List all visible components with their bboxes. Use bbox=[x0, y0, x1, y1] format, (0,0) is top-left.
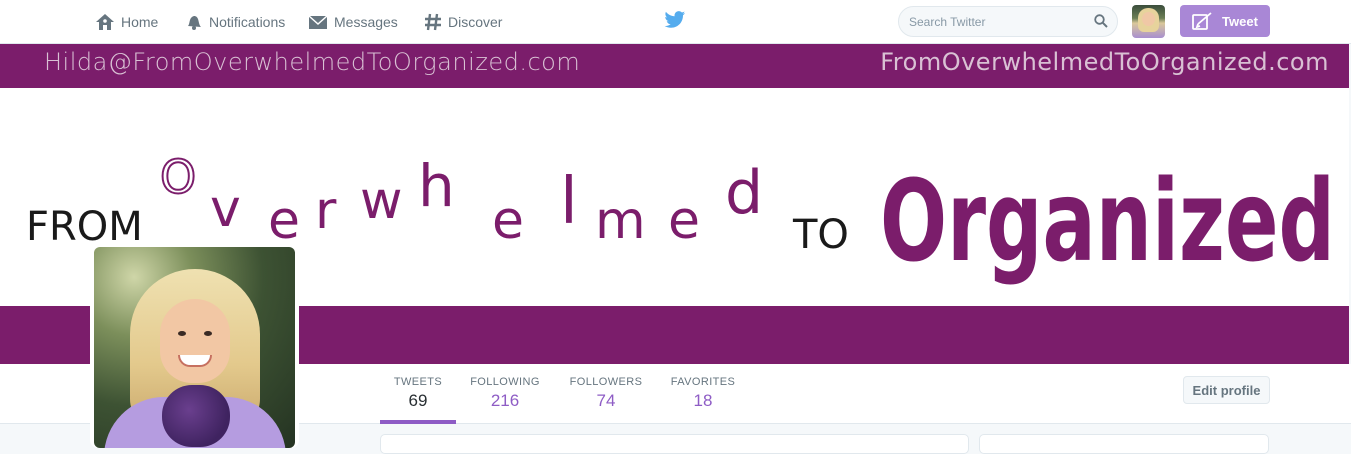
logo-letter: m bbox=[595, 191, 646, 251]
stat-favorites[interactable]: FAVORITES 18 bbox=[667, 376, 739, 411]
nav-discover-label: Discover bbox=[448, 14, 503, 30]
profile-photo[interactable] bbox=[90, 243, 299, 448]
banner-top-band: Hilda@FromOverwhelmedToOrganized.com Fro… bbox=[0, 44, 1349, 88]
stat-label: TWEETS bbox=[393, 376, 443, 388]
nav-notifications-label: Notifications bbox=[209, 14, 286, 30]
nav-messages[interactable]: Messages bbox=[308, 0, 398, 44]
stat-followers[interactable]: FOLLOWERS 74 bbox=[566, 376, 646, 411]
nav-discover[interactable]: Discover bbox=[424, 0, 502, 44]
nav-home-label: Home bbox=[121, 14, 159, 30]
sidebar-card bbox=[979, 434, 1269, 454]
stat-tweets[interactable]: TWEETS 69 bbox=[388, 376, 448, 411]
edit-profile-button[interactable]: Edit profile bbox=[1183, 376, 1270, 404]
logo-letter: e bbox=[268, 191, 300, 251]
logo-letter: d bbox=[725, 158, 763, 228]
nav-home[interactable]: Home bbox=[95, 0, 158, 44]
stat-value: 18 bbox=[693, 391, 713, 410]
logo-letter: w bbox=[360, 171, 403, 231]
compose-icon bbox=[1192, 12, 1212, 30]
search-icon[interactable] bbox=[1094, 14, 1108, 28]
stat-label: FOLLOWERS bbox=[569, 376, 643, 388]
user-avatar[interactable] bbox=[1132, 5, 1165, 38]
stat-label: FAVORITES bbox=[670, 376, 736, 388]
stat-value: 216 bbox=[490, 391, 520, 410]
timeline-card bbox=[380, 434, 969, 454]
logo-letter: l bbox=[560, 165, 578, 239]
logo-letter: e bbox=[492, 191, 524, 251]
logo-letter: v bbox=[210, 179, 241, 239]
logo-to: TO bbox=[792, 212, 849, 258]
banner-email: Hilda@FromOverwhelmedToOrganized.com bbox=[44, 48, 581, 76]
active-tab-indicator bbox=[380, 420, 456, 424]
bell-icon bbox=[188, 15, 201, 30]
logo-organized: Organized bbox=[880, 157, 1335, 287]
nav-notifications[interactable]: Notifications bbox=[185, 0, 285, 44]
envelope-icon bbox=[308, 15, 328, 29]
hashtag-icon bbox=[425, 13, 441, 31]
logo-letter: r bbox=[315, 181, 337, 241]
nav-messages-label: Messages bbox=[334, 14, 398, 30]
stat-following[interactable]: FOLLOWING 216 bbox=[468, 376, 542, 411]
compose-tweet-label: Tweet bbox=[1222, 13, 1258, 29]
search-box bbox=[898, 6, 1118, 37]
stat-label: FOLLOWING bbox=[470, 376, 540, 388]
logo-letter: h bbox=[418, 152, 455, 220]
top-navigation-bar: Home Notifications Messages Discover Twe… bbox=[0, 0, 1351, 44]
banner-domain: FromOverwhelmedToOrganized.com bbox=[880, 48, 1329, 76]
home-icon bbox=[96, 14, 114, 30]
search-input[interactable] bbox=[909, 13, 1089, 31]
logo-letter: e bbox=[668, 191, 700, 251]
stat-value: 74 bbox=[596, 391, 616, 410]
logo-letter: O bbox=[160, 150, 196, 204]
stat-value: 69 bbox=[408, 391, 428, 410]
compose-tweet-button[interactable]: Tweet bbox=[1180, 5, 1270, 37]
twitter-bird-icon[interactable] bbox=[664, 10, 686, 30]
